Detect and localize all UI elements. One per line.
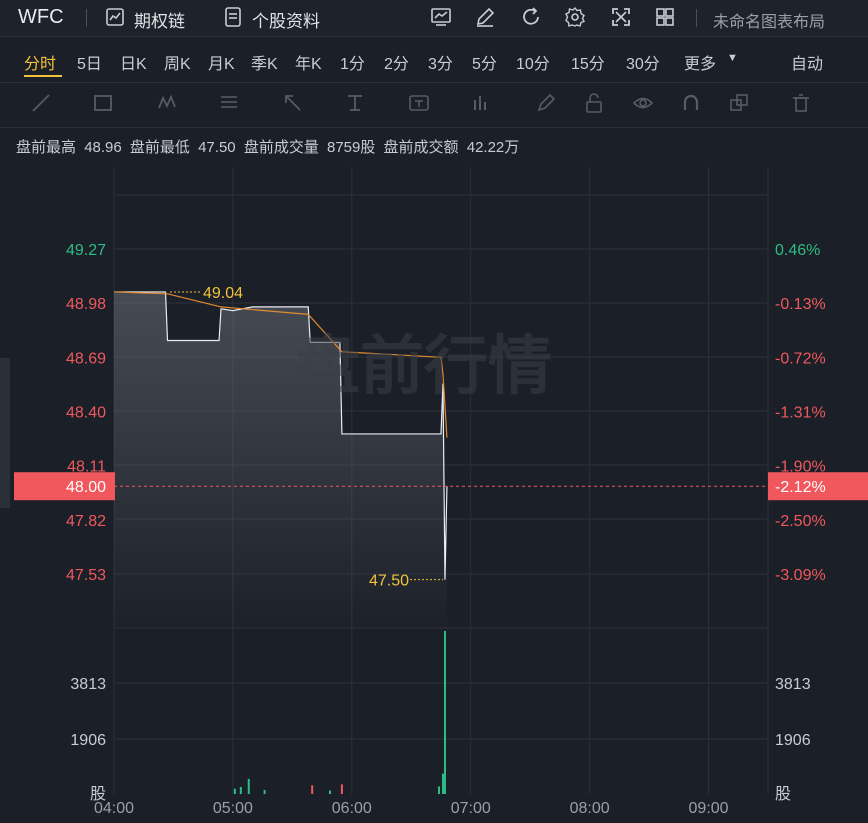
active-tab-indicator (24, 75, 62, 77)
tab-quarterly-k[interactable]: 季K (251, 50, 278, 74)
time-tick-label: 09:00 (689, 800, 729, 817)
bar-tool-icon[interactable] (470, 92, 492, 114)
top-bar: WFC 期权链 个股资料 未命名图表布局 (0, 0, 868, 37)
volume-bar (247, 778, 250, 794)
text-tool-icon[interactable] (408, 92, 430, 114)
chevron-down-icon[interactable]: ▼ (727, 52, 738, 64)
document-icon[interactable] (222, 6, 244, 28)
percent-tick-label: 0.46% (775, 242, 820, 259)
premarket-watermark: 盘前行情 (296, 330, 552, 404)
tab-3min[interactable]: 3分 (428, 50, 453, 74)
price-tick-label: 48.40 (66, 405, 106, 422)
arrow-tool-icon[interactable] (282, 92, 304, 114)
gear-icon[interactable] (564, 6, 586, 28)
ticker-symbol: WFC (18, 6, 64, 28)
auto-scale-toggle[interactable]: 自动 (791, 50, 823, 74)
premarket-turnover-value: 42.22万 (466, 139, 520, 156)
percent-tick-label: -1.31% (775, 405, 826, 422)
volume-bar (263, 789, 266, 794)
percent-tick-label: -2.50% (775, 513, 826, 530)
tab-monthly-k[interactable]: 月K (208, 50, 235, 74)
volume-tick-label: 1906 (775, 732, 811, 749)
price-tick-label: 49.27 (66, 242, 106, 259)
premarket-volume-value: 8759股 (327, 139, 376, 156)
current-percent-badge-label: -2.12% (775, 479, 826, 496)
time-tick-label: 06:00 (332, 800, 372, 817)
fullscreen-icon[interactable] (610, 6, 632, 28)
volume-bar (233, 788, 236, 794)
refresh-icon[interactable] (520, 6, 542, 28)
percent-tick-label: -0.72% (775, 350, 826, 367)
intraday-chart[interactable]: 49.0447.5049.2748.9848.6948.4048.1147.82… (0, 160, 868, 823)
volume-bar (329, 790, 332, 794)
chart-compare-icon[interactable] (430, 6, 452, 28)
premarket-high-value: 48.96 (84, 139, 122, 156)
time-tick-label: 07:00 (451, 800, 491, 817)
volume-bar (443, 630, 446, 794)
divider (696, 9, 697, 27)
tab-1min[interactable]: 1分 (340, 50, 365, 74)
rect-tool-icon[interactable] (92, 92, 114, 114)
current-price-badge-label: 48.00 (66, 479, 106, 496)
tab-daily-k[interactable]: 日K (120, 50, 147, 74)
volume-bar (239, 787, 242, 794)
low-marker-label: 47.50 (369, 573, 409, 590)
tab-15min[interactable]: 15分 (571, 50, 605, 74)
tab-2min[interactable]: 2分 (384, 50, 409, 74)
pencil-icon[interactable] (474, 6, 496, 28)
time-tick-label: 04:00 (94, 800, 134, 817)
volume-tick-label: 1906 (70, 732, 106, 749)
eye-icon[interactable] (632, 92, 654, 114)
tab-intraday[interactable]: 分时 (24, 50, 56, 74)
high-marker-label: 49.04 (203, 285, 243, 302)
premarket-low-label: 盘前最低 (129, 139, 190, 156)
volume-unit-label: 股 (775, 785, 791, 803)
grid-icon[interactable] (654, 6, 676, 28)
premarket-turnover-label: 盘前成交额 (383, 139, 459, 156)
time-tick-label: 05:00 (213, 800, 253, 817)
period-tab-bar: 分时 5日 日K 周K 月K 季K 年K 1分 2分 3分 5分 10分 15分… (0, 37, 868, 83)
volume-tick-label: 3813 (70, 676, 106, 693)
volume-tick-label: 3813 (775, 676, 811, 693)
stock-profile-link[interactable]: 个股资料 (252, 7, 320, 32)
price-tick-label: 48.69 (66, 350, 106, 367)
brush-icon[interactable] (535, 92, 557, 114)
fib-tool-icon[interactable] (218, 92, 240, 114)
tab-30min[interactable]: 30分 (626, 50, 660, 74)
tab-5min[interactable]: 5分 (472, 50, 497, 74)
volume-bar (340, 784, 343, 794)
layers-icon[interactable] (728, 92, 750, 114)
price-tick-label: 48.98 (66, 296, 106, 313)
premarket-high-label: 盘前最高 (16, 139, 77, 156)
tab-weekly-k[interactable]: 周K (164, 50, 191, 74)
volume-bar (438, 786, 441, 794)
premarket-low-value: 47.50 (198, 139, 236, 156)
tab-10min[interactable]: 10分 (516, 50, 550, 74)
divider (86, 9, 87, 27)
premarket-summary: 盘前最高 48.96 盘前最低 47.50 盘前成交量 8759股 盘前成交额 … (16, 136, 523, 157)
measure-tool-icon[interactable] (344, 92, 366, 114)
lock-icon[interactable] (583, 92, 605, 114)
price-tick-label: 47.53 (66, 567, 106, 584)
volume-bar (311, 785, 314, 794)
options-chain-link[interactable]: 期权链 (134, 7, 185, 32)
trash-icon[interactable] (790, 92, 812, 114)
chart-box-icon[interactable] (104, 6, 126, 28)
premarket-volume-label: 盘前成交量 (243, 139, 319, 156)
layout-name-label[interactable]: 未命名图表布局 (713, 8, 825, 32)
percent-tick-label: -3.09% (775, 567, 826, 584)
time-tick-label: 08:00 (570, 800, 610, 817)
wave-tool-icon[interactable] (157, 92, 179, 114)
magnet-icon[interactable] (680, 92, 702, 114)
price-tick-label: 47.82 (66, 513, 106, 530)
line-tool-icon[interactable] (30, 92, 52, 114)
tab-yearly-k[interactable]: 年K (295, 50, 322, 74)
percent-tick-label: -0.13% (775, 296, 826, 313)
tab-more[interactable]: 更多 (684, 50, 716, 74)
volume-bar (441, 773, 444, 794)
tab-5day[interactable]: 5日 (77, 50, 102, 74)
